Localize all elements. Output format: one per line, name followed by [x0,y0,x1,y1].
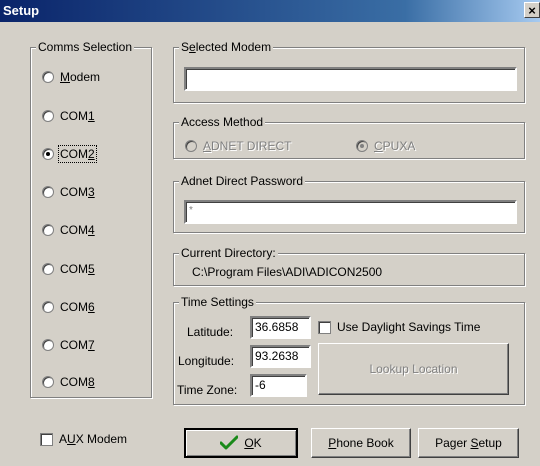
longitude-input[interactable]: 93.2638 [250,345,311,368]
radio-com4-indicator [42,224,54,236]
radio-com1-indicator [42,110,54,122]
radio-com6-label: COM6 [60,300,95,314]
radio-com6-indicator [42,301,54,313]
password-legend: Adnet Direct Password [179,174,306,188]
ok-button-label: OK [244,436,262,450]
aux-modem-label: AUX Modem [59,432,128,446]
pager-setup-button-label: Pager Setup [435,436,502,450]
radio-com5-label: COM5 [60,262,95,276]
radio-adnet-direct[interactable]: ADNET DIRECT [185,138,291,154]
password-input[interactable]: * [184,200,517,224]
radio-adnet-direct-indicator [185,140,197,152]
window-title: Setup [3,3,40,18]
radio-com7[interactable]: COM7 [42,337,95,353]
radio-com2-indicator [42,148,54,160]
aux-modem-checkbox[interactable]: AUX Modem [40,432,127,446]
current-directory-value: C:\Program Files\ADI\ADICON2500 [192,265,383,279]
radio-com8-indicator [42,376,54,388]
radio-com8-label: COM8 [60,375,95,389]
comms-selection-legend: Comms Selection [36,40,135,54]
radio-com1[interactable]: COM1 [42,108,95,124]
daylight-savings-label: Use Daylight Savings Time [337,320,481,334]
phone-book-button-label: Phone Book [328,436,394,450]
radio-com1-label: COM1 [60,109,95,123]
checkmark-icon [220,435,239,450]
ok-button[interactable]: OK [184,428,298,458]
latitude-input[interactable]: 36.6858 [250,316,311,339]
close-button[interactable]: × [524,2,540,18]
timezone-label: Time Zone: [177,383,238,397]
pager-setup-button[interactable]: Pager Setup [418,428,519,458]
current-directory-legend: Current Directory: [179,246,278,260]
radio-com4-label: COM4 [60,223,95,237]
longitude-label: Longitude: [178,354,235,368]
radio-modem-label: Modem [60,70,101,84]
radio-com6[interactable]: COM6 [42,299,95,315]
phone-book-button[interactable]: Phone Book [311,428,411,458]
lookup-location-button[interactable]: Lookup Location [318,343,509,395]
radio-com4[interactable]: COM4 [42,222,95,238]
daylight-savings-checkbox[interactable]: Use Daylight Savings Time [318,320,480,334]
access-method-legend: Access Method [179,115,266,129]
selected-modem-legend: Selected Modem [179,40,274,54]
radio-cpuxa-label: CPUXA [374,139,416,153]
title-bar[interactable]: Setup × [0,0,540,22]
radio-com5[interactable]: COM5 [42,261,95,277]
radio-com8[interactable]: COM8 [42,374,95,390]
timezone-input[interactable]: -6 [250,374,307,397]
radio-com7-indicator [42,339,54,351]
radio-modem[interactable]: Modem [42,69,100,85]
radio-com3[interactable]: COM3 [42,184,95,200]
setup-dialog: Setup × Comms Selection Modem COM1 COM2 … [0,0,540,466]
radio-com5-indicator [42,263,54,275]
radio-com2-label: COM2 [58,145,97,163]
radio-cpuxa[interactable]: CPUXA [356,138,415,154]
radio-com2[interactable]: COM2 [42,145,97,163]
latitude-label: Latitude: [187,325,234,339]
aux-modem-checkbox-box [40,432,53,446]
radio-com3-label: COM3 [60,185,95,199]
radio-modem-indicator [42,71,54,83]
selected-modem-input[interactable] [184,67,517,91]
time-settings-legend: Time Settings [179,295,256,309]
radio-cpuxa-indicator [356,140,368,152]
radio-com3-indicator [42,186,54,198]
daylight-savings-checkbox-box [318,320,331,334]
radio-adnet-direct-label: ADNET DIRECT [203,139,292,153]
radio-com7-label: COM7 [60,338,95,352]
